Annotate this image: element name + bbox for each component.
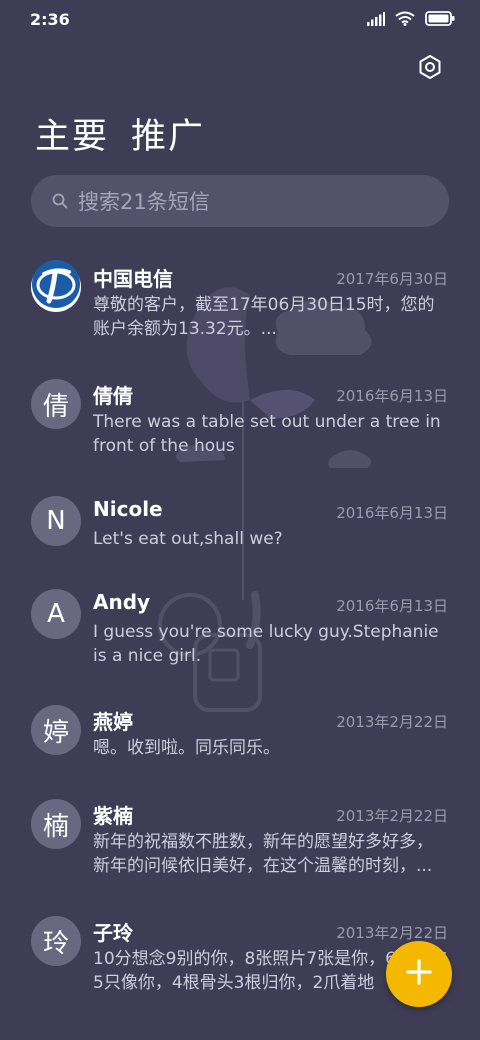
status-time: 2:36 xyxy=(30,10,70,29)
tab-bar: 主要 推广 xyxy=(35,108,205,159)
china-telecom-logo-icon xyxy=(31,259,81,316)
settings-icon xyxy=(417,54,443,84)
avatar: 玲 xyxy=(31,916,81,966)
contact-name: 燕婷 xyxy=(93,710,133,734)
battery-icon xyxy=(425,11,455,30)
contact-name: 倩倩 xyxy=(93,384,133,408)
plus-icon xyxy=(405,958,433,990)
contact-name: 中国电信 xyxy=(93,267,173,291)
status-bar: 2:36 xyxy=(0,0,480,40)
contact-name: Nicole xyxy=(93,497,163,521)
signal-icon xyxy=(367,11,385,30)
conversation-row[interactable]: A Andy 2016年6月13日 I guess you're some lu… xyxy=(0,577,480,687)
conversation-row[interactable]: 倩 倩倩 2016年6月13日 There was a table set ou… xyxy=(0,367,480,477)
message-date: 2013年2月22日 xyxy=(336,713,448,731)
message-preview: 尊敬的客户，截至17年06月30日15时，您的账户余额为13.32元。... xyxy=(93,295,435,339)
avatar: A xyxy=(31,589,81,639)
message-date: 2017年6月30日 xyxy=(336,270,448,288)
message-date: 2016年6月13日 xyxy=(336,504,448,522)
avatar: N xyxy=(31,496,81,546)
message-preview: Let's eat out,shall we? xyxy=(93,529,283,549)
settings-button[interactable] xyxy=(416,55,444,83)
message-preview: There was a table set out under a tree i… xyxy=(93,412,441,456)
search-icon xyxy=(51,192,69,210)
conversation-row[interactable]: N Nicole 2016年6月13日 Let's eat out,shall … xyxy=(0,484,480,579)
conversation-row[interactable]: 楠 紫楠 2013年2月22日 新年的祝福数不胜数，新年的愿望好多好多，新年的问… xyxy=(0,787,480,897)
wifi-icon xyxy=(395,11,415,30)
message-preview: 新年的祝福数不胜数，新年的愿望好多好多，新年的问候依旧美好，在这个温馨的时刻，.… xyxy=(93,832,433,876)
message-preview: 嗯。收到啦。同乐同乐。 xyxy=(93,738,280,758)
new-message-button[interactable] xyxy=(386,941,452,1007)
avatar: 倩 xyxy=(31,379,81,429)
tab-promotions[interactable]: 推广 xyxy=(131,108,205,159)
conversation-row[interactable]: 中国电信 2017年6月30日 尊敬的客户，截至17年06月30日15时，您的账… xyxy=(0,250,480,360)
contact-name: 紫楠 xyxy=(93,804,133,828)
search-placeholder: 搜索21条短信 xyxy=(78,190,210,214)
message-date: 2013年2月22日 xyxy=(336,807,448,825)
message-date: 2016年6月13日 xyxy=(336,387,448,405)
contact-name: Andy xyxy=(93,590,151,614)
message-date: 2016年6月13日 xyxy=(336,597,448,615)
conversation-row[interactable]: 婷 燕婷 2013年2月22日 嗯。收到啦。同乐同乐。 xyxy=(0,693,480,788)
search-bar[interactable]: 搜索21条短信 xyxy=(31,175,449,227)
avatar: 楠 xyxy=(31,799,81,849)
status-icons xyxy=(367,11,455,30)
messages-screen: 2:36 主要 推广 搜索21条短信 中国电信 2017年6月30日 尊敬的客户… xyxy=(0,0,480,1040)
avatar xyxy=(31,259,81,312)
message-date: 2013年2月22日 xyxy=(336,924,448,942)
avatar: 婷 xyxy=(31,705,81,755)
message-preview: I guess you're some lucky guy.Stephanie … xyxy=(93,622,439,666)
tab-primary[interactable]: 主要 xyxy=(35,108,109,159)
contact-name: 子玲 xyxy=(93,921,133,945)
